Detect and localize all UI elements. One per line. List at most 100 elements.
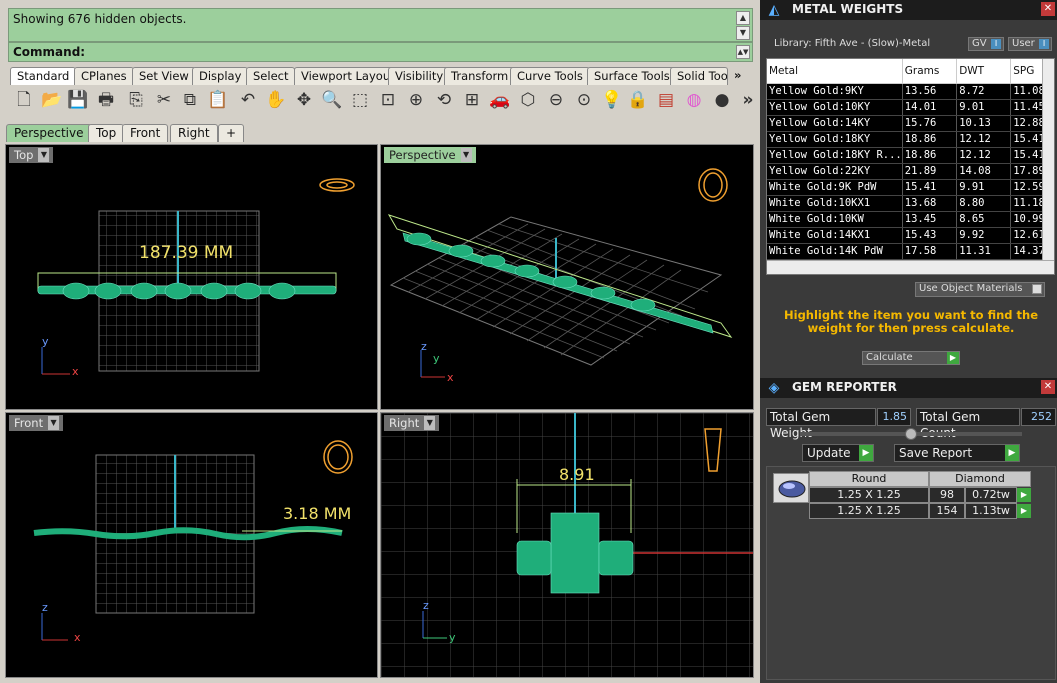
lock-icon[interactable]: 🔒 (626, 88, 650, 112)
grams-cell: 13.45 (902, 211, 958, 228)
metal-weights-close-icon[interactable]: ✕ (1041, 2, 1055, 16)
metal-table-row[interactable]: Yellow Gold:14KY 15.76 10.13 12.88 (767, 115, 1054, 132)
metal-table-row[interactable]: Yellow Gold:22KY 21.89 14.08 17.89 (767, 163, 1054, 180)
tab-top[interactable]: Top (88, 124, 125, 142)
print-icon[interactable]: 🖶 (94, 88, 118, 112)
rotate-view-icon[interactable]: ✥ (292, 88, 316, 112)
select-objects-icon[interactable]: ⬡ (516, 88, 540, 112)
car-icon[interactable]: 🚗 (488, 88, 512, 112)
render-sphere-icon[interactable]: ● (710, 88, 734, 112)
tab-set-view[interactable]: Set View (132, 67, 196, 85)
cut-icon[interactable]: ✂ (152, 88, 176, 112)
col-metal[interactable]: Metal (767, 59, 903, 84)
metal-weights-titlebar: ◭ METAL WEIGHTS ✕ (760, 0, 1057, 20)
history-scroll-down[interactable]: ▼ (736, 26, 750, 40)
tab-transform[interactable]: Transform (444, 67, 516, 85)
metal-table-row[interactable]: White Gold:14KX1 15.43 9.92 12.61 (767, 227, 1054, 244)
tabs-overflow-button[interactable]: » (728, 67, 747, 85)
viewport-top[interactable]: Top ▼ 187.39 MM y x (5, 144, 378, 410)
tab-solid-tools[interactable]: Solid Too (670, 67, 728, 85)
viewport-perspective-label[interactable]: Perspective ▼ (384, 147, 476, 163)
viewport-right-label[interactable]: Right ▼ (384, 415, 440, 431)
undo-icon[interactable]: ↶ (236, 88, 260, 112)
calculate-button[interactable]: Calculate ▶ (862, 351, 960, 365)
grams-cell: 17.58 (902, 243, 958, 260)
command-line[interactable]: Command: ▲▼ (8, 42, 753, 62)
copy-icon[interactable]: ⧉ (178, 88, 202, 112)
viewport-front-label[interactable]: Front ▼ (9, 415, 64, 431)
zoom-window-icon[interactable]: ⬚ (348, 88, 372, 112)
col-dwt[interactable]: DWT (956, 59, 1012, 84)
tab-viewport-layout[interactable]: Viewport Layout (294, 67, 402, 85)
viewport-perspective[interactable]: Perspective ▼ z y x (380, 144, 754, 410)
viewport-top-label[interactable]: Top ▼ (9, 147, 54, 163)
history-scroll-up[interactable]: ▲ (736, 11, 750, 25)
tab-curve-tools[interactable]: Curve Tools (510, 67, 590, 85)
viewport-front[interactable]: Front ▼ 3.18 MM z x (5, 412, 378, 678)
gem-slider-handle[interactable] (905, 428, 917, 440)
metal-table-row[interactable]: White Gold:14K PdW 17.58 11.31 14.37 (767, 243, 1054, 260)
tab-right[interactable]: Right (170, 124, 218, 142)
tab-standard[interactable]: Standard (10, 67, 77, 85)
metal-table-row[interactable]: Yellow Gold:18KY 18.86 12.12 15.41 (767, 131, 1054, 148)
paste-icon[interactable]: 📋 (206, 88, 230, 112)
metal-table-vscroll[interactable] (1042, 59, 1054, 260)
dwt-cell: 8.65 (956, 211, 1012, 228)
update-button[interactable]: Update ▶ (802, 444, 874, 462)
tab-surface-tools[interactable]: Surface Tools (587, 67, 677, 85)
gv-toggle[interactable]: GV I (968, 37, 1004, 51)
command-line-spin[interactable]: ▲▼ (736, 45, 750, 59)
gem-weight-cell: 0.72tw (965, 487, 1017, 503)
zoom-icon[interactable]: 🔍 (320, 88, 344, 112)
metal-table-row[interactable]: White Gold:10KX1 13.68 8.80 11.18 (767, 195, 1054, 212)
metal-name-cell: White Gold:14K PdW (767, 243, 903, 260)
zoom-selected-icon[interactable]: ⊕ (404, 88, 428, 112)
toolbar-overflow-icon[interactable]: » (736, 88, 760, 112)
light-bulb-icon[interactable]: 💡 (600, 88, 624, 112)
user-toggle[interactable]: User I (1008, 37, 1052, 51)
tab-perspective[interactable]: Perspective (6, 124, 92, 142)
add-viewport-tab[interactable]: + (218, 124, 245, 142)
metal-table-row[interactable]: Yellow Gold:9KY 13.56 8.72 11.08 (767, 83, 1054, 100)
metal-table-row[interactable]: White Gold:9K PdW 15.41 9.91 12.59 (767, 179, 1054, 196)
total-gem-count-label: Total Gem Count (916, 408, 1020, 440)
metal-table-row[interactable]: White Gold:10KW 13.45 8.65 10.99 (767, 211, 1054, 228)
persp-axis-z-label: z (421, 340, 427, 353)
command-prompt: Command: (13, 45, 86, 59)
use-object-materials-checkbox[interactable]: Use Object Materials (915, 282, 1045, 297)
dwt-cell: 8.80 (956, 195, 1012, 212)
cplane-icon[interactable]: ⊖ (544, 88, 568, 112)
four-view-icon[interactable]: ⊞ (460, 88, 484, 112)
col-grams[interactable]: Grams (902, 59, 958, 84)
layers-icon[interactable]: ▤ (654, 88, 678, 112)
tab-cplanes[interactable]: CPlanes (74, 67, 134, 85)
metal-weights-table[interactable]: Metal Grams DWT SPG Yellow Gold:9KY 13.56… (766, 58, 1055, 275)
tab-front[interactable]: Front (122, 124, 169, 142)
undo-view-icon[interactable]: ⟲ (432, 88, 456, 112)
color-wheel-icon[interactable]: ◍ (682, 88, 706, 112)
metal-name-cell: Yellow Gold:18KY (767, 131, 903, 148)
tab-visibility[interactable]: Visibility (388, 67, 451, 85)
gem-report-table: Round Diamond 1.25 X 1.25 98 0.72tw ▶ 1.25 X… (766, 466, 1056, 680)
open-file-icon[interactable]: 📂 (40, 88, 64, 112)
dwt-cell: 9.91 (956, 179, 1012, 196)
metal-table-row[interactable]: Yellow Gold:18KY R... 18.86 12.12 15.41 (767, 147, 1054, 164)
front-axis-x-label: x (74, 631, 81, 644)
metal-table-row[interactable]: Yellow Gold:10KY 14.01 9.01 11.45 (767, 99, 1054, 116)
metal-table-hscroll[interactable] (767, 260, 1054, 274)
tab-select[interactable]: Select (246, 67, 296, 85)
pan-hand-icon[interactable]: ✋ (264, 88, 288, 112)
new-file-icon[interactable]: 🗋 (12, 88, 36, 112)
save-icon[interactable]: 💾 (66, 88, 90, 112)
tab-display[interactable]: Display (192, 67, 249, 85)
zoom-extents-icon[interactable]: ⊡ (376, 88, 400, 112)
object-snap-icon[interactable]: ⊙ (572, 88, 596, 112)
gem-count-cell: 98 (929, 487, 965, 503)
viewport-right[interactable]: Right ▼ 8.91 z y (380, 412, 754, 678)
gem-row-select-button[interactable]: ▶ (1017, 504, 1031, 518)
save-report-button[interactable]: Save Report ▶ (894, 444, 1020, 462)
gem-reporter-close-icon[interactable]: ✕ (1041, 380, 1055, 394)
gem-row-select-button[interactable]: ▶ (1017, 488, 1031, 502)
page-setup-icon[interactable]: ⎘ (124, 88, 148, 112)
top-axis-x-label: x (72, 365, 79, 378)
